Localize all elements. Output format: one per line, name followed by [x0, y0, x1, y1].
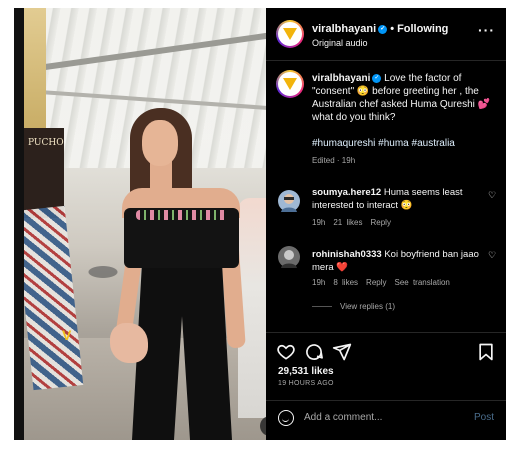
comment-like-icon[interactable]: ♡	[488, 190, 496, 201]
comment-age: 19h	[312, 218, 326, 227]
post-side-panel: viralbhayani ✓ • Following Original audio ·…	[266, 8, 506, 440]
caption: viralbhayani ✓ Love the factor of "consen…	[312, 72, 498, 124]
reel-video[interactable]: PUCHO V	[24, 8, 266, 440]
header-username[interactable]: viralbhayani	[312, 23, 376, 35]
comment-username[interactable]: soumya.here12	[312, 187, 381, 198]
comment-reply[interactable]: Reply	[366, 278, 386, 287]
header-divider	[266, 60, 506, 61]
comment-age: 19h	[312, 278, 326, 287]
woman-neck	[150, 160, 172, 200]
emoji-icon[interactable]	[278, 410, 294, 426]
replies-line	[312, 306, 332, 308]
woman-face	[142, 120, 178, 166]
edited-label: Edited · 19h	[312, 156, 356, 165]
comment-body: rohinishah0333 Koi boyfriend ban jaao me…	[312, 248, 482, 274]
comment-body: soumya.here12 Huma seems least intereste…	[312, 186, 482, 212]
comment-likes[interactable]: 21 likes	[333, 218, 362, 227]
header-dot: •	[390, 23, 395, 35]
header-avatar[interactable]	[276, 20, 304, 48]
comment-input[interactable]: Add a comment...	[304, 412, 464, 423]
comment-meta: 19h 21 likes Reply	[312, 218, 399, 227]
view-replies[interactable]: View replies (1)	[312, 302, 395, 311]
post-dialog: PUCHO V viralbhayani ✓ • Following Original…	[0, 0, 510, 450]
comment-icon[interactable]	[304, 342, 324, 362]
bookmark-icon[interactable]	[476, 342, 496, 362]
brand-logo-icon	[283, 28, 297, 40]
comment-avatar[interactable]	[278, 246, 300, 268]
likes-count[interactable]: 29,531 likes	[278, 366, 334, 377]
verified-icon: ✓	[378, 24, 388, 34]
caption-verified-icon: ✓	[372, 73, 382, 83]
view-replies-label[interactable]: View replies (1)	[340, 302, 395, 311]
watermark-logo-icon: V	[62, 327, 72, 343]
more-icon[interactable]: ···	[478, 22, 495, 38]
audio-link[interactable]: Original audio	[312, 38, 368, 48]
caption-logo-icon	[283, 78, 297, 90]
comment-avatar[interactable]	[278, 190, 300, 212]
comment-username[interactable]: rohinishah0333	[312, 249, 382, 260]
post-timestamp: 19 HOURS AGO	[278, 380, 334, 387]
following-button[interactable]: Following	[397, 23, 448, 35]
see-translation-link[interactable]: See translation	[395, 278, 450, 287]
comment-likes[interactable]: 8 likes	[333, 278, 358, 287]
heart-icon[interactable]	[276, 342, 296, 362]
video-sign	[24, 8, 46, 138]
caption-hashtags[interactable]: #humaqureshi #huma #australia	[312, 138, 455, 149]
actions-divider	[266, 332, 506, 333]
action-bar	[276, 342, 498, 362]
composer-divider	[266, 400, 506, 401]
comment-meta: 19h 8 likes Reply See translation	[312, 278, 458, 287]
top-embroidery	[136, 210, 228, 220]
comment-like-icon[interactable]: ♡	[488, 250, 496, 261]
video-hand	[110, 323, 148, 363]
left-edge	[14, 8, 24, 440]
caption-avatar[interactable]	[276, 70, 304, 98]
header-user-line: viralbhayani ✓ • Following	[312, 23, 448, 35]
comment-reply[interactable]: Reply	[370, 218, 390, 227]
shop-sign-text: PUCHO	[28, 138, 64, 148]
post-button[interactable]: Post	[474, 412, 494, 423]
share-icon[interactable]	[332, 342, 352, 362]
caption-username[interactable]: viralbhayani	[312, 73, 370, 84]
